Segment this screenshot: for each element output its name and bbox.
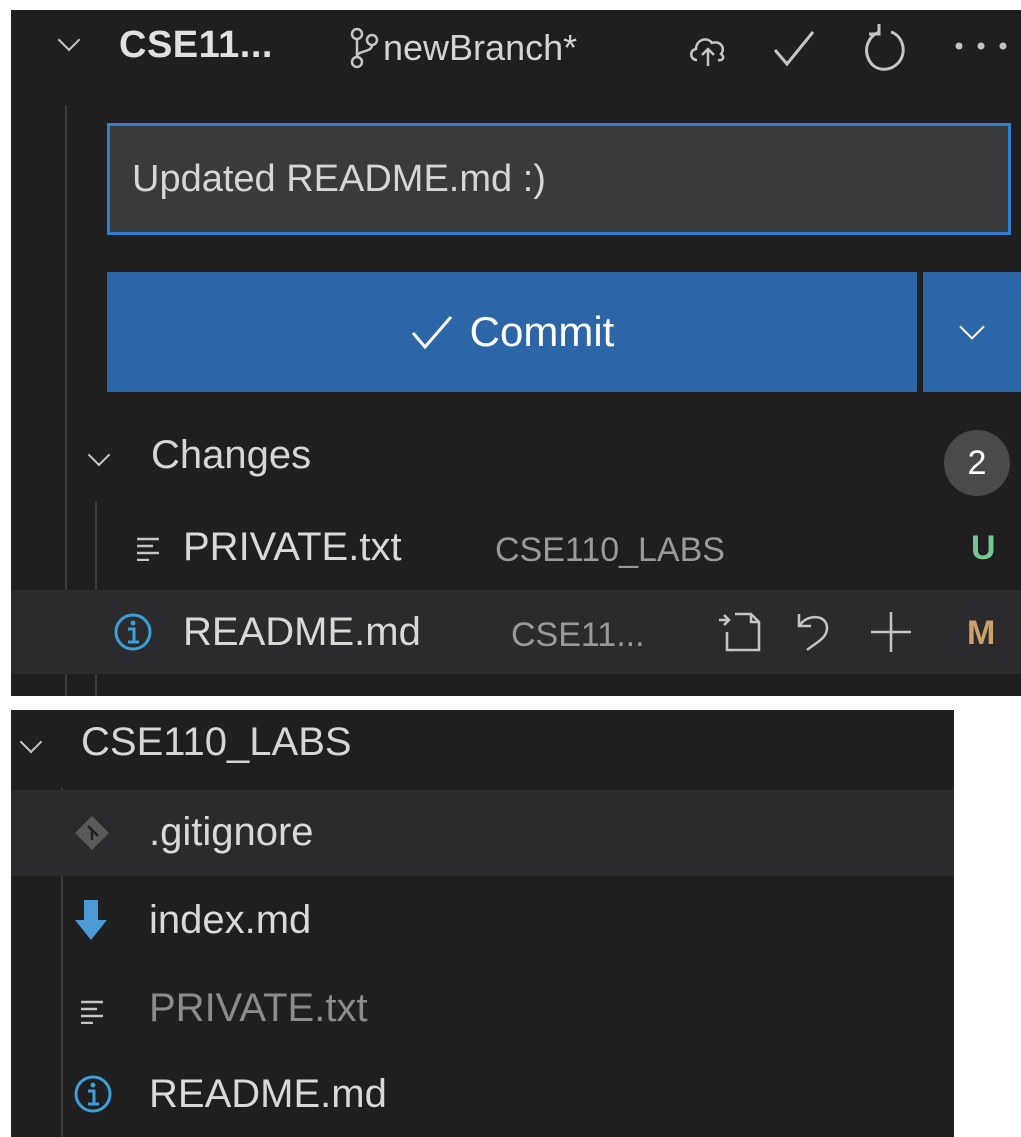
source-control-panel: CSE11... newBranch* Updated README.md:)… <box>11 10 1021 696</box>
git-icon <box>75 816 109 850</box>
file-directory: CSE110_LABS <box>495 531 725 569</box>
more-actions-icon[interactable] <box>949 36 1013 56</box>
file-item-index[interactable]: index.md <box>11 878 954 964</box>
explorer-panel: CSE110_LABS .gitignore index.md PRIVATE.… <box>11 710 954 1137</box>
cloud-upload-icon[interactable] <box>687 30 729 70</box>
download-arrow-icon <box>75 900 107 940</box>
commit-message-input[interactable] <box>107 123 1011 235</box>
info-icon <box>74 1075 112 1113</box>
git-branch-icon <box>350 27 379 69</box>
change-item-readme[interactable]: README.md CSE11... M <box>11 590 1021 674</box>
file-name: README.md <box>183 610 421 654</box>
commit-button[interactable]: Commit <box>107 272 917 392</box>
branch-indicator[interactable]: newBranch* <box>349 26 577 70</box>
branch-name: newBranch* <box>383 27 578 68</box>
file-directory: CSE11... <box>511 616 645 654</box>
change-item-private[interactable]: PRIVATE.txt CSE110_LABS U <box>11 507 1021 591</box>
chevron-down-icon[interactable] <box>57 28 81 53</box>
chevron-down-icon[interactable] <box>19 730 43 755</box>
file-name: PRIVATE.txt <box>149 986 368 1030</box>
commit-button-label: Commit <box>469 308 615 355</box>
lines-icon <box>81 1000 103 1024</box>
check-icon[interactable] <box>771 26 817 70</box>
changes-section-title[interactable]: Changes <box>151 433 311 478</box>
open-file-icon[interactable] <box>715 606 765 656</box>
file-name: PRIVATE.txt <box>183 525 402 569</box>
stage-changes-icon[interactable] <box>867 608 915 656</box>
refresh-icon[interactable] <box>861 22 909 74</box>
changes-count-badge: 2 <box>944 430 1010 496</box>
file-name: .gitignore <box>149 810 314 854</box>
file-name: index.md <box>149 898 312 942</box>
file-item-gitignore[interactable]: .gitignore <box>11 790 954 876</box>
discard-changes-icon[interactable] <box>791 608 837 654</box>
explorer-folder-title[interactable]: CSE110_LABS <box>81 720 352 765</box>
file-item-readme[interactable]: README.md <box>11 1052 954 1137</box>
check-icon <box>411 316 452 350</box>
info-icon <box>114 613 152 651</box>
status-untracked: U <box>971 529 996 567</box>
repo-header[interactable]: CSE11... newBranch* <box>11 10 1021 88</box>
file-name: README.md <box>149 1072 387 1116</box>
commit-options-dropdown[interactable] <box>923 272 1021 392</box>
status-modified: M <box>967 614 996 652</box>
lines-icon <box>137 537 159 561</box>
chevron-down-icon[interactable] <box>87 443 111 468</box>
file-item-private[interactable]: PRIVATE.txt <box>11 966 954 1052</box>
repo-name: CSE11... <box>119 24 273 66</box>
chevron-down-icon <box>959 314 985 340</box>
